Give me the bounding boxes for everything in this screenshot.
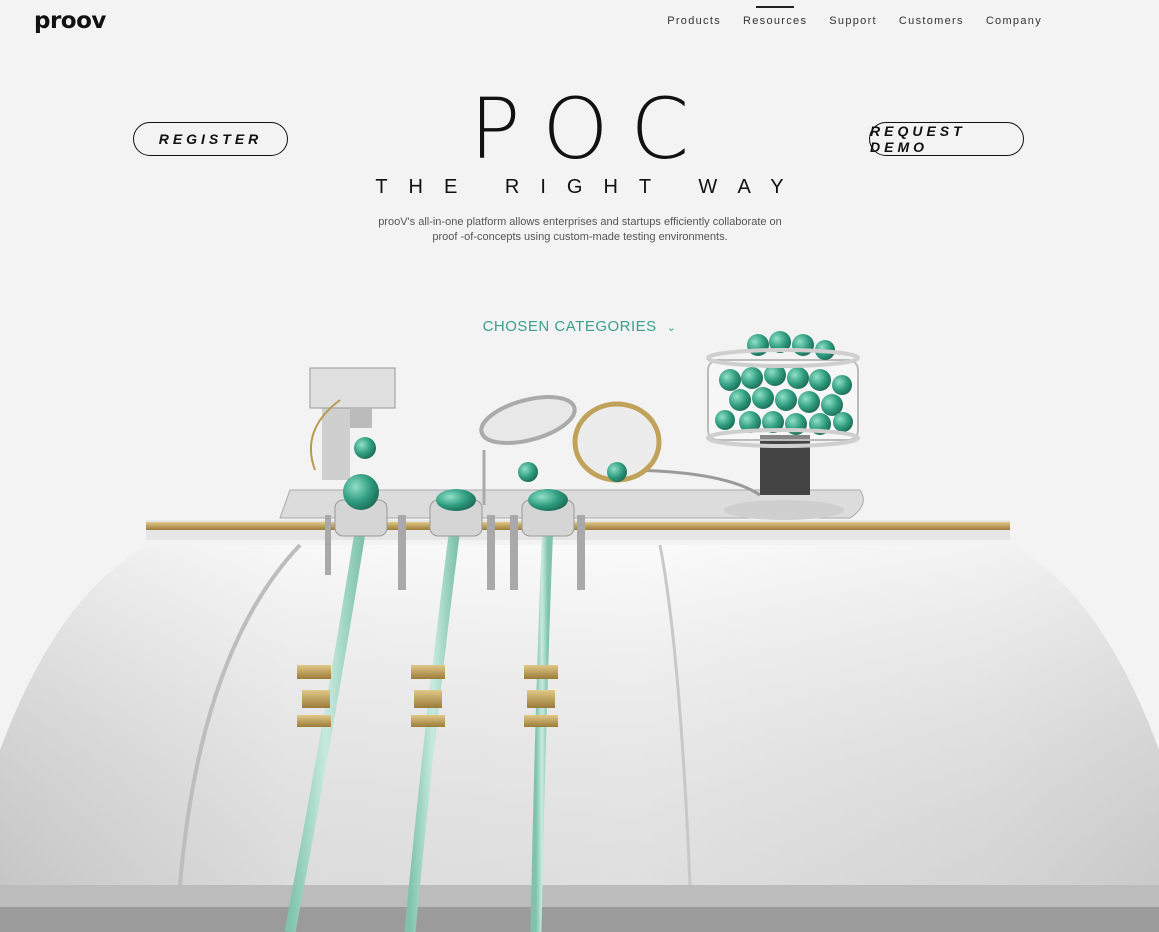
nav-customers[interactable]: Customers (899, 15, 964, 27)
drum-body (0, 543, 1159, 932)
nav-resources[interactable]: Resources (743, 6, 807, 27)
hero-description: prooV's all-in-one platform allows enter… (378, 216, 782, 243)
nav-support[interactable]: Support (829, 15, 877, 27)
robot-arm (309, 367, 396, 480)
hero-subtitle: THE RIGHT WAY (375, 176, 805, 198)
main-nav: Products Resources Support Customers Com… (667, 6, 1042, 27)
nav-company[interactable]: Company (986, 15, 1042, 27)
proov-logo[interactable]: proov (34, 8, 106, 34)
nav-products[interactable]: Products (667, 15, 721, 27)
magnifying-lenses (479, 395, 662, 505)
platform-buttons (518, 462, 627, 482)
hero-title: POC (469, 80, 712, 178)
hero-machine-illustration (0, 331, 1159, 932)
